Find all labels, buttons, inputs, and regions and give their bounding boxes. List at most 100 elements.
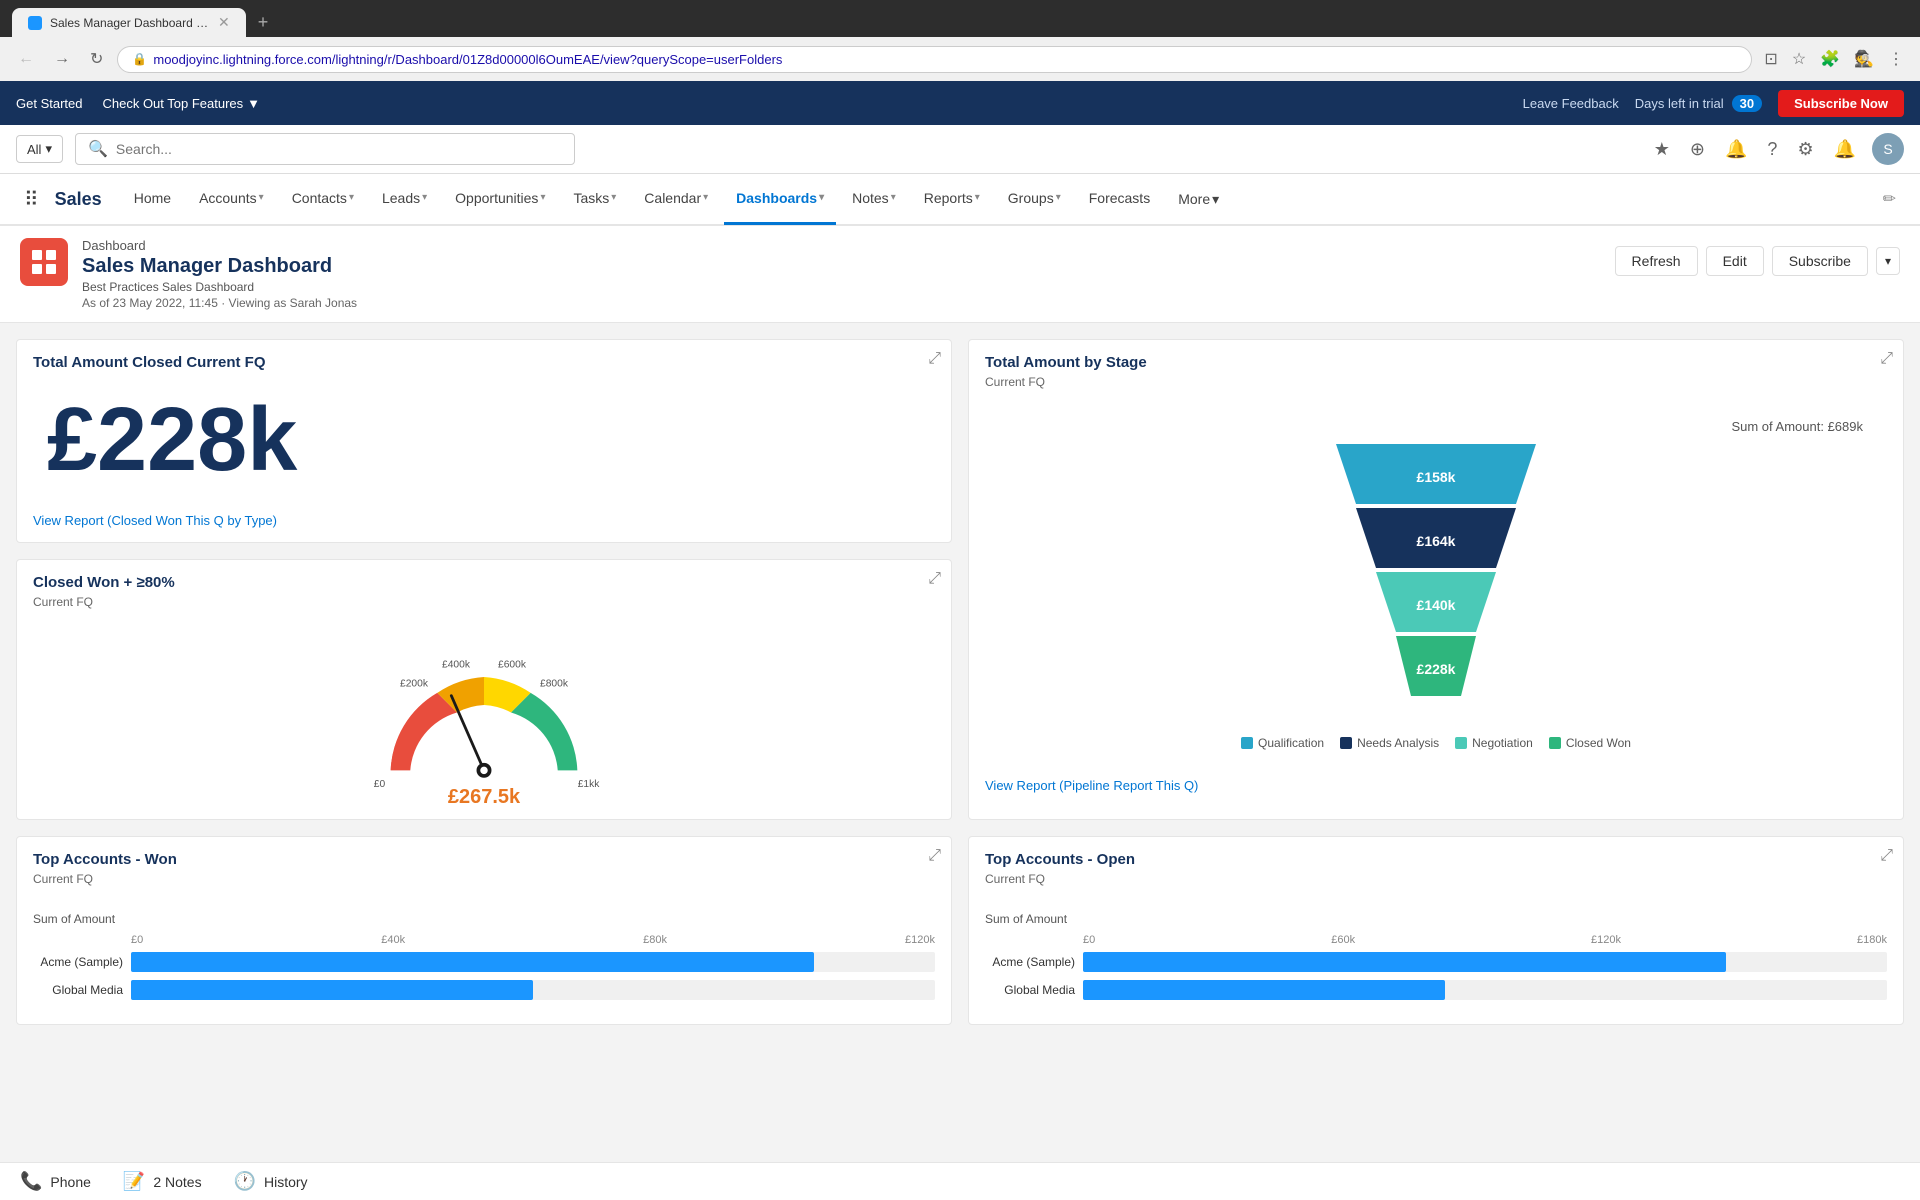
favorites-icon[interactable]: ★ (1650, 135, 1674, 164)
dashboard-content: ⤢ Total Amount Closed Current FQ £228k V… (0, 323, 1920, 1041)
nav-item-notes[interactable]: Notes▾ (840, 173, 908, 225)
funnel-sum-label: Sum of Amount: £689k (989, 419, 1883, 434)
global-search-container[interactable]: 🔍 (75, 133, 575, 165)
nav-item-accounts[interactable]: Accounts▾ (187, 173, 276, 225)
active-tab[interactable]: Sales Manager Dashboard | Sa... ✕ (12, 8, 246, 37)
gauge-container: £0 £200k £400k £600k £800k £1kk £267.5k (17, 619, 951, 819)
funnel-report-link[interactable]: View Report (Pipeline Report This Q) (969, 770, 1903, 807)
menu-icon[interactable]: ⋮ (1884, 45, 1908, 73)
nav-item-dashboards[interactable]: Dashboards▾ (724, 173, 836, 225)
open-bar-fill-0 (1083, 952, 1726, 972)
svg-text:£140k: £140k (1417, 597, 1456, 613)
won-bar-label-1: Global Media (33, 983, 123, 997)
won-axis-tick-0: £0 (131, 934, 143, 946)
help-icon[interactable]: ? (1763, 135, 1781, 164)
nav-item-groups[interactable]: Groups▾ (996, 173, 1073, 225)
nav-item-more[interactable]: More▾ (1166, 173, 1231, 225)
status-notes[interactable]: 📝 2 Notes (123, 1171, 202, 1192)
browser-toolbar: ← → ↻ 🔒 moodjoyinc.lightning.force.com/l… (0, 37, 1920, 81)
widget-won-expand-button[interactable]: ⤢ (928, 847, 941, 865)
widget-total-title: Total Amount Closed Current FQ (17, 340, 951, 375)
edit-button[interactable]: Edit (1706, 246, 1764, 276)
widget-open-title: Top Accounts - Open (969, 837, 1903, 872)
extensions-icon[interactable]: 🧩 (1816, 45, 1844, 73)
bookmark-icon[interactable]: ☆ (1788, 45, 1810, 73)
svg-text:£0: £0 (374, 779, 386, 790)
nav-item-reports[interactable]: Reports▾ (912, 173, 992, 225)
nav-edit-button[interactable]: ✏ (1875, 181, 1904, 217)
alerts-icon[interactable]: 🔔 (1721, 135, 1751, 164)
search-scope-selector[interactable]: All ▾ (16, 135, 63, 163)
open-bar-row-1: Global Media (985, 980, 1887, 1000)
user-avatar[interactable]: S (1872, 133, 1904, 165)
nav-item-contacts[interactable]: Contacts▾ (280, 173, 366, 225)
nav-item-calendar[interactable]: Calendar▾ (632, 173, 720, 225)
reports-chevron-icon: ▾ (975, 192, 980, 203)
nav-item-opportunities[interactable]: Opportunities▾ (443, 173, 557, 225)
leads-chevron-icon: ▾ (422, 192, 427, 203)
widget-funnel: ⤢ Total Amount by Stage Current FQ Sum o… (968, 339, 1904, 820)
subscribe-now-button[interactable]: Subscribe Now (1778, 90, 1904, 117)
widget-total-report-link[interactable]: View Report (Closed Won This Q by Type) (17, 505, 951, 542)
open-bar-fill-1 (1083, 980, 1445, 1000)
svg-text:£400k: £400k (442, 660, 471, 671)
browser-chrome: Sales Manager Dashboard | Sa... ✕ + ← → … (0, 0, 1920, 81)
search-icon: 🔍 (88, 139, 108, 159)
get-started-link[interactable]: Get Started (16, 96, 82, 111)
global-search-input[interactable] (116, 141, 562, 157)
subscribe-dashboard-button[interactable]: Subscribe (1772, 246, 1868, 276)
dashboard-icon (20, 238, 68, 286)
legend-dot-closed-won (1549, 737, 1561, 749)
back-button[interactable]: ← (12, 46, 40, 72)
add-icon[interactable]: ⊕ (1686, 135, 1709, 164)
svg-text:£228k: £228k (1417, 661, 1456, 677)
status-phone[interactable]: 📞 Phone (20, 1171, 91, 1192)
address-bar[interactable]: 🔒 moodjoyinc.lightning.force.com/lightni… (117, 46, 1752, 73)
more-chevron-icon: ▾ (1212, 191, 1219, 208)
reload-button[interactable]: ↻ (84, 45, 109, 73)
notifications-icon[interactable]: 🔔 (1830, 135, 1860, 164)
legend-item-closed-won: Closed Won (1549, 736, 1631, 750)
accounts-chevron-icon: ▾ (259, 192, 264, 203)
status-notes-label: 2 Notes (153, 1174, 201, 1190)
widget-gauge-expand-button[interactable]: ⤢ (928, 570, 941, 588)
widget-funnel-subtitle: Current FQ (969, 375, 1903, 399)
dashboard-title: Sales Manager Dashboard (82, 255, 357, 278)
new-tab-button[interactable]: + (250, 8, 277, 37)
status-bar: 📞 Phone 📝 2 Notes 🕐 History (0, 1162, 1920, 1200)
dashboard-subtitle: Best Practices Sales Dashboard (82, 280, 357, 294)
widget-gauge-subtitle: Current FQ (17, 595, 951, 619)
nav-item-leads[interactable]: Leads▾ (370, 173, 439, 225)
incognito-icon[interactable]: 🕵 (1850, 45, 1878, 73)
gauge-value: £267.5k (448, 786, 520, 809)
won-bar-track-0 (131, 952, 935, 972)
sf-searchbar: All ▾ 🔍 ★ ⊕ 🔔 ? ⚙ 🔔 S (0, 125, 1920, 174)
sf-navbar: ⠿ Sales Home Accounts▾ Contacts▾ Leads▾ … (0, 174, 1920, 226)
nav-item-home[interactable]: Home (122, 173, 183, 225)
svg-text:£600k: £600k (498, 660, 527, 671)
app-launcher-button[interactable]: ⠿ (16, 179, 47, 220)
won-axis-tick-1: £40k (381, 934, 405, 946)
notes-chevron-icon: ▾ (891, 192, 896, 203)
refresh-button[interactable]: Refresh (1615, 246, 1698, 276)
widget-total-expand-button[interactable]: ⤢ (928, 350, 941, 368)
app-name: Sales (55, 189, 102, 210)
leave-feedback-link[interactable]: Leave Feedback (1523, 96, 1619, 111)
cast-icon[interactable]: ⊡ (1760, 45, 1781, 73)
breadcrumb: Dashboard (82, 238, 357, 253)
top-features-link[interactable]: Check Out Top Features ▼ (102, 96, 260, 111)
open-bar-label-1: Global Media (985, 983, 1075, 997)
close-tab-icon[interactable]: ✕ (218, 14, 230, 31)
widget-closed-won: ⤢ Closed Won + ≥80% Current FQ (16, 559, 952, 820)
widget-funnel-expand-button[interactable]: ⤢ (1880, 350, 1893, 368)
widget-open-expand-button[interactable]: ⤢ (1880, 847, 1893, 865)
widget-won-subtitle: Current FQ (17, 872, 951, 896)
dashboard-actions-dropdown[interactable]: ▾ (1876, 247, 1900, 275)
status-history[interactable]: 🕐 History (234, 1171, 308, 1192)
settings-icon[interactable]: ⚙ (1793, 135, 1817, 164)
forward-button[interactable]: → (48, 46, 76, 72)
legend-dot-qualification (1241, 737, 1253, 749)
nav-item-forecasts[interactable]: Forecasts (1077, 173, 1162, 225)
nav-item-tasks[interactable]: Tasks▾ (561, 173, 628, 225)
widget-top-accounts-open: ⤢ Top Accounts - Open Current FQ Sum of … (968, 836, 1904, 1025)
